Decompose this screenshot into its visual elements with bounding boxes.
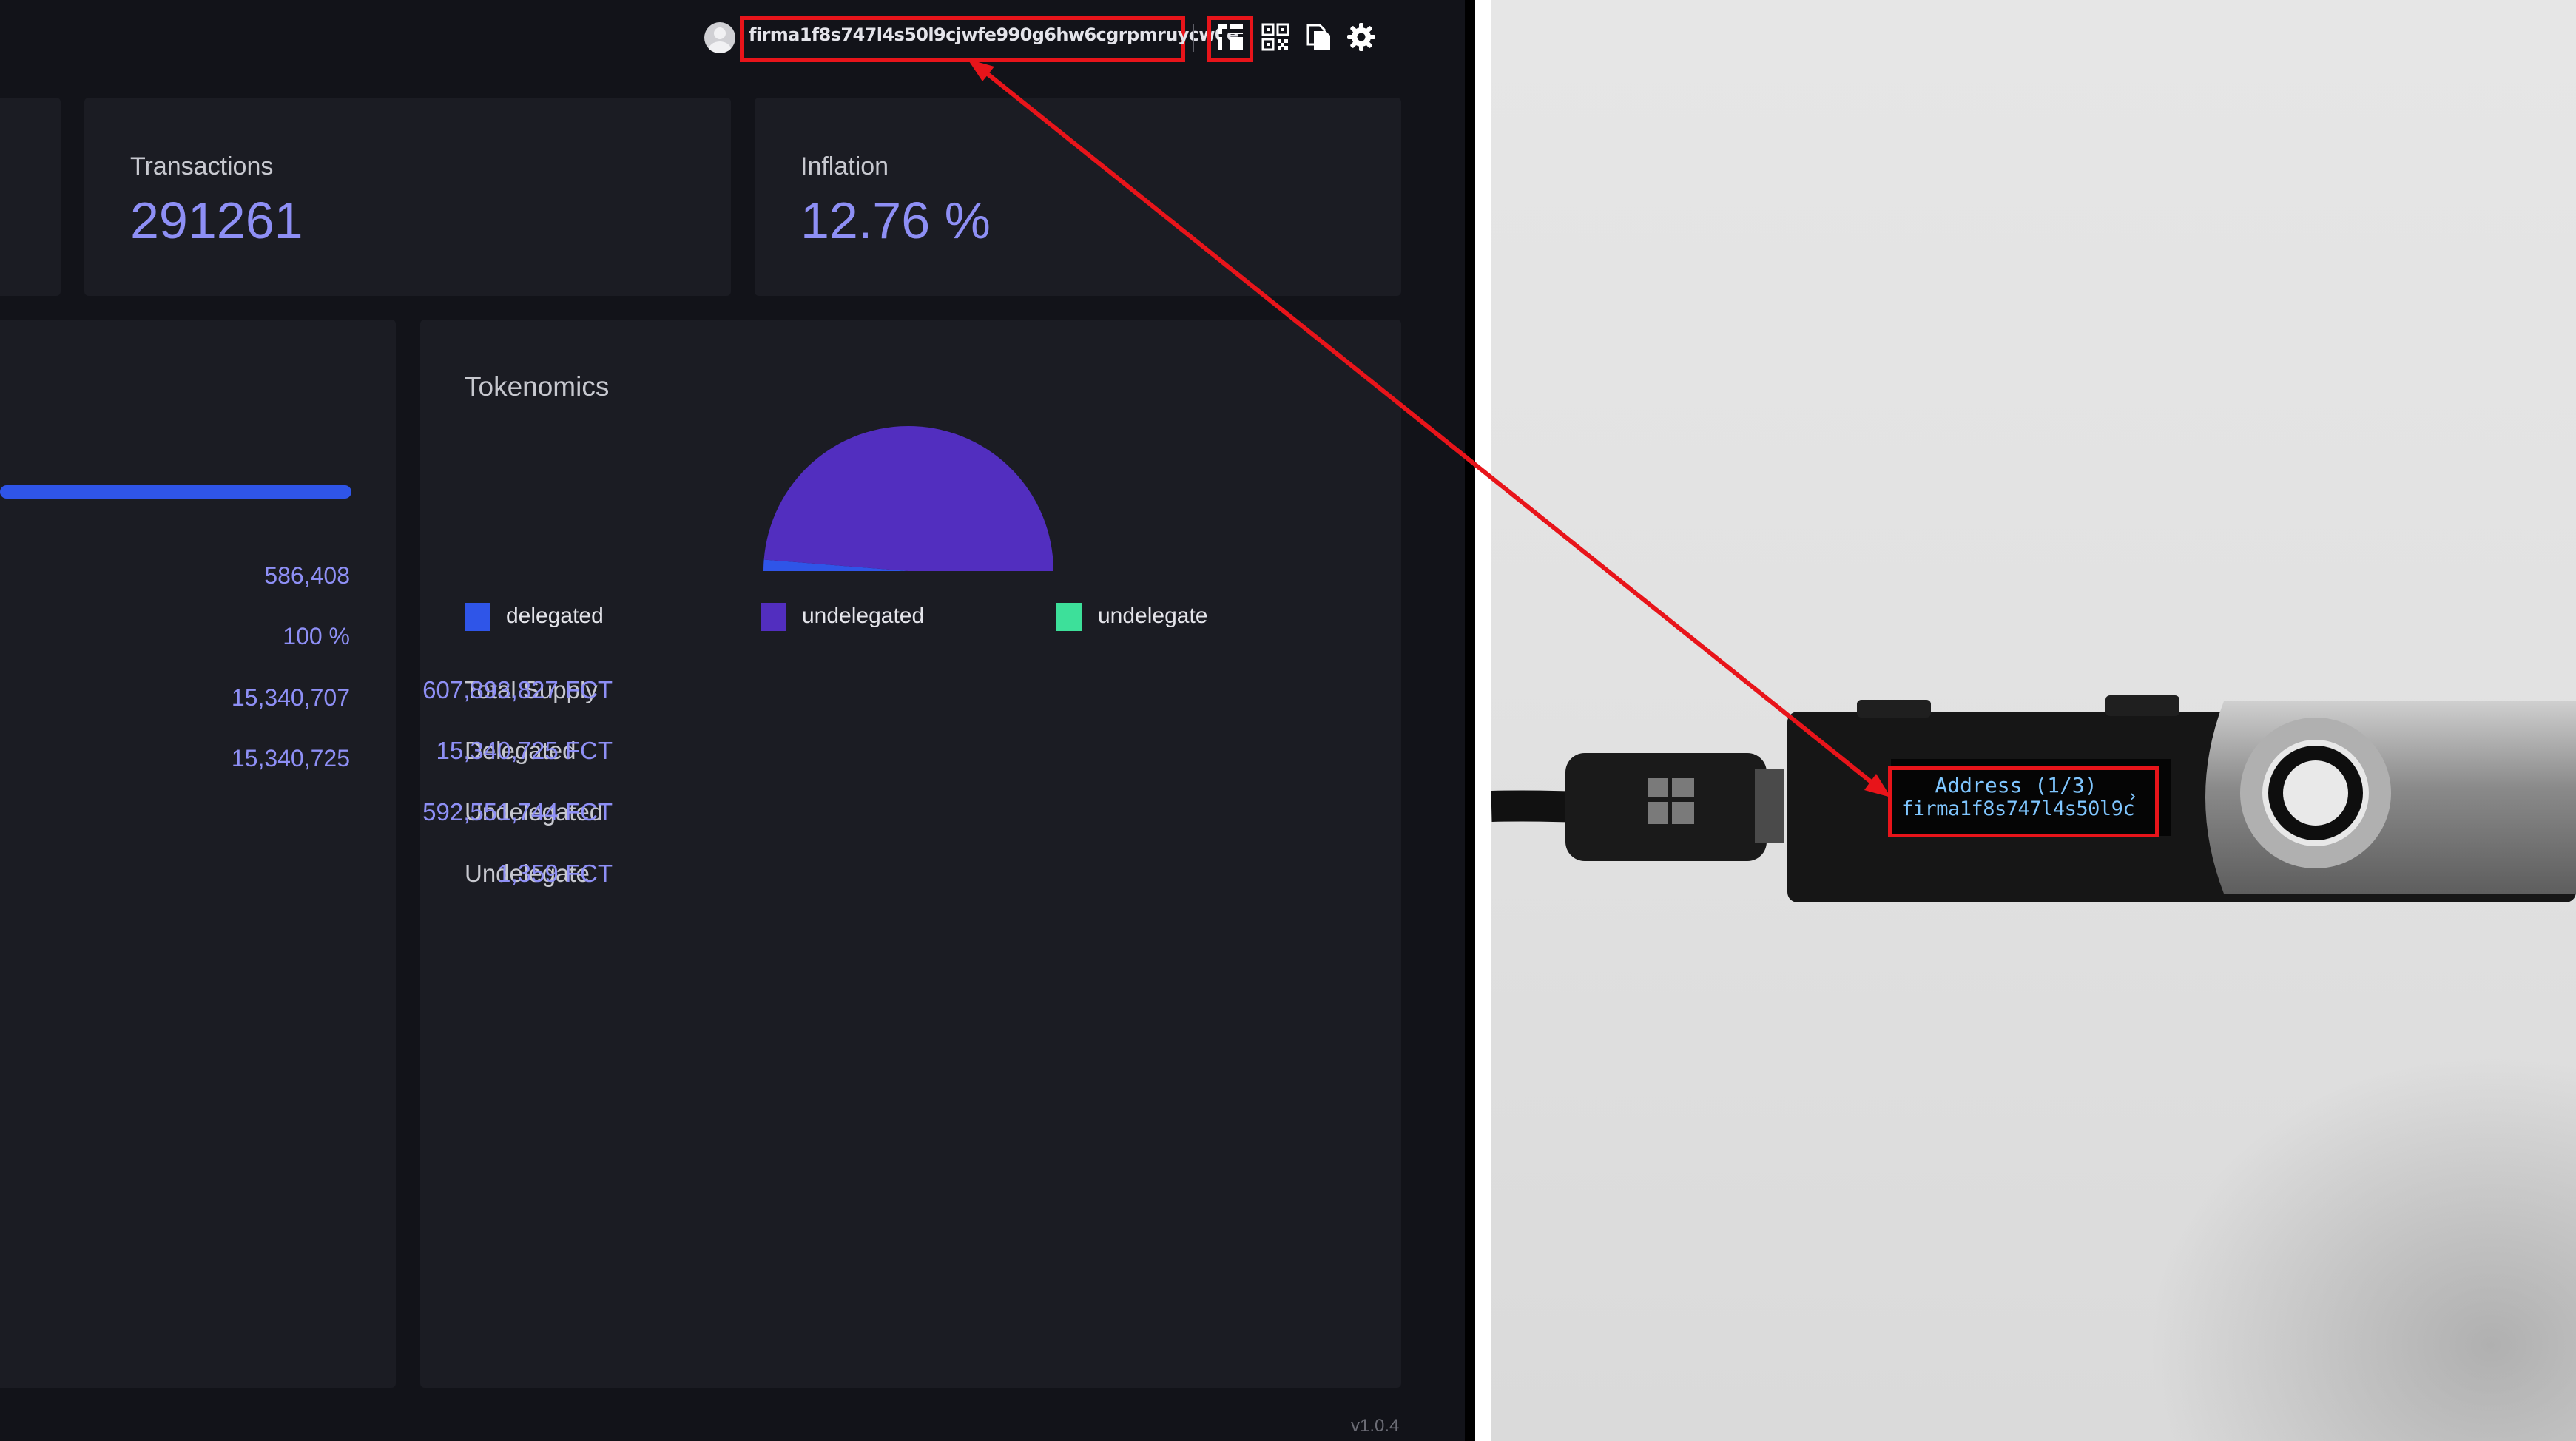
staking-value: 15,340,707 xyxy=(231,684,350,711)
staking-value: 586,408 xyxy=(264,562,350,589)
ledger-device-illustration xyxy=(1491,695,2576,1441)
settings-gear-icon[interactable] xyxy=(1345,21,1378,53)
tokenomics-title: Tokenomics xyxy=(465,371,610,402)
legend-label: undelegate xyxy=(1098,604,1208,628)
undelegated-value: 592,551,744 FCT xyxy=(422,798,613,826)
staking-value: 100 % xyxy=(283,623,350,649)
staking-card xyxy=(0,320,396,1388)
staking-value: 15,340,725 xyxy=(231,745,350,772)
ledger-icon[interactable] xyxy=(1214,21,1247,53)
tokenomics-pie-chart xyxy=(763,426,1053,571)
ledger-screen-highlight xyxy=(1888,766,2159,837)
transactions-value: 291261 xyxy=(130,192,303,249)
total-supply-value: 607,893,827 FCT xyxy=(422,676,613,703)
divider-rail xyxy=(1465,0,1475,1441)
pie-slice-undelegated xyxy=(763,426,1053,571)
copy-icon[interactable] xyxy=(1302,21,1335,53)
delegated-value: 15,340,725 FCT xyxy=(436,737,613,764)
transactions-label: Transactions xyxy=(130,152,274,180)
legend-label: undelegated xyxy=(802,604,925,628)
wallet-address[interactable]: firma1f8s747l4s50l9cjwfe990g6hw6cgrpmruy… xyxy=(749,24,1238,45)
ledger-device-photo xyxy=(1491,0,2576,1441)
transactions-card: Transactions 291261 xyxy=(84,98,731,296)
qr-code-icon[interactable] xyxy=(1259,21,1292,53)
inflation-label: Inflation xyxy=(800,152,889,180)
dashboard-screenshot: firma1f8s747l4s50l9cjwfe990g6hw6cgrpmruy… xyxy=(0,0,1465,1441)
account-avatar-icon[interactable] xyxy=(704,22,735,53)
toolbar-divider xyxy=(1193,24,1194,52)
stat-card-partial xyxy=(0,98,61,296)
legend-swatch-delegated xyxy=(465,603,490,631)
legend-label: delegated xyxy=(506,604,604,628)
staking-progress-bar xyxy=(0,485,351,499)
app-version: v1.0.4 xyxy=(1351,1416,1400,1436)
undelegate-value: 1,359 FCT xyxy=(497,860,613,887)
legend-swatch-undelegated xyxy=(761,603,786,631)
inflation-value: 12.76 % xyxy=(800,192,991,249)
legend-swatch-undelegate xyxy=(1056,603,1082,631)
inflation-card: Inflation 12.76 % xyxy=(755,98,1401,296)
